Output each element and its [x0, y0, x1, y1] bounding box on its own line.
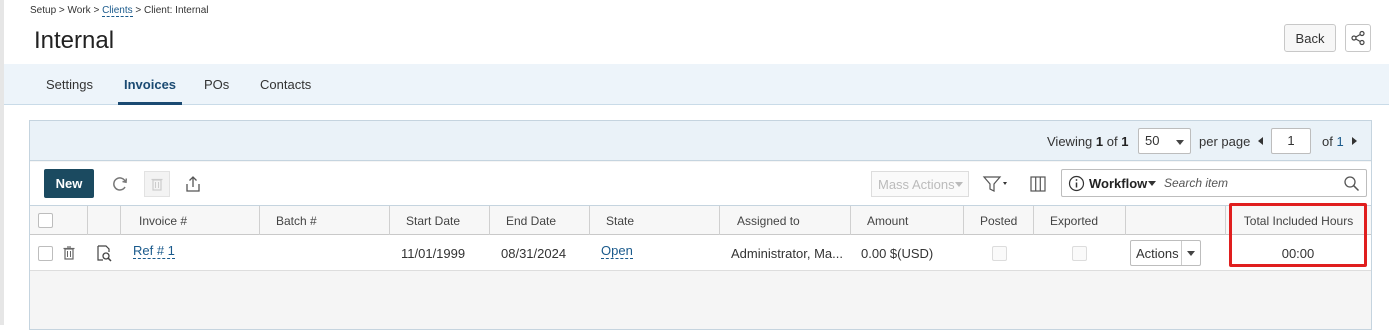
- workflow-search-box: Workflow: [1061, 169, 1367, 197]
- column-header-posted[interactable]: Posted: [963, 206, 1033, 235]
- page-count: of 1: [1322, 134, 1344, 149]
- previous-page-icon[interactable]: [1258, 137, 1263, 145]
- table-header: Invoice # Batch # Start Date End Date St…: [30, 206, 1371, 235]
- delete-button[interactable]: [144, 171, 170, 197]
- refresh-button[interactable]: [107, 171, 133, 197]
- tab-invoices[interactable]: Invoices: [118, 64, 183, 105]
- end-date-cell: 08/31/2024: [501, 245, 567, 261]
- column-header-exported[interactable]: Exported: [1033, 206, 1125, 235]
- chevron-down-icon[interactable]: [1148, 181, 1156, 186]
- row-checkbox-cell: [38, 235, 53, 271]
- export-icon: [186, 176, 200, 192]
- columns-button[interactable]: [1025, 171, 1051, 197]
- chevron-down-icon: [1176, 140, 1184, 145]
- table-row[interactable]: Ref # 1 11/01/1999 08/31/2024 Open Admin…: [30, 235, 1371, 271]
- filter-button[interactable]: [980, 171, 1014, 197]
- tab-bar: Settings Invoices POs Contacts: [4, 64, 1389, 105]
- left-edge-strip: [0, 0, 4, 325]
- row-delete-cell: [61, 235, 77, 271]
- share-icon: [1351, 30, 1365, 46]
- trash-icon[interactable]: [61, 245, 77, 261]
- posted-cell: [992, 235, 1007, 271]
- column-header-total-included-hours[interactable]: Total Included Hours: [1225, 206, 1371, 235]
- posted-checkbox: [992, 245, 1007, 261]
- state-cell: Open: [601, 233, 633, 269]
- breadcrumb-prefix: Setup > Work >: [30, 5, 103, 16]
- exported-checkbox: [1072, 245, 1087, 261]
- per-page-select[interactable]: 50: [1138, 128, 1191, 154]
- next-page-icon[interactable]: [1352, 137, 1357, 145]
- pager-viewing: Viewing 1 of 1: [1047, 134, 1129, 149]
- tab-settings[interactable]: Settings: [46, 64, 93, 105]
- invoices-grid-panel: Viewing 1 of 1 50 per page 1 of 1 New Ma…: [29, 120, 1372, 330]
- back-button[interactable]: Back: [1284, 24, 1336, 52]
- mass-actions-label: Mass Actions: [878, 177, 955, 192]
- tab-contacts[interactable]: Contacts: [260, 64, 311, 105]
- per-page-label: per page: [1199, 134, 1251, 149]
- column-header-icons: [87, 206, 120, 235]
- grid-toolbar: New Mass Actions Workflow Search item: [30, 162, 1371, 206]
- assigned-to-cell: Administrator, Ma...: [731, 245, 843, 261]
- new-button[interactable]: New: [44, 169, 94, 198]
- export-button[interactable]: [180, 171, 206, 197]
- invoice-link[interactable]: Ref # 1: [133, 243, 175, 259]
- workflow-dropdown[interactable]: Workflow: [1089, 176, 1147, 191]
- pager-bar: Viewing 1 of 1 50 per page 1 of 1: [30, 121, 1371, 161]
- invoice-cell: Ref # 1: [133, 233, 175, 269]
- actions-label: Actions: [1136, 246, 1179, 261]
- actions-divider: [1181, 241, 1182, 265]
- row-preview-cell: [95, 235, 113, 271]
- share-button[interactable]: [1345, 24, 1371, 52]
- exported-cell: [1072, 235, 1087, 271]
- column-header-assigned-to[interactable]: Assigned to: [719, 206, 850, 235]
- tab-pos[interactable]: POs: [204, 64, 229, 105]
- column-header-start-date[interactable]: Start Date: [389, 206, 489, 235]
- column-header-batch[interactable]: Batch #: [259, 206, 389, 235]
- page-title: Internal: [34, 27, 115, 54]
- breadcrumb-clients-link[interactable]: Clients: [102, 5, 133, 17]
- per-page-value: 50: [1145, 133, 1160, 148]
- actions-dropdown-button[interactable]: Actions: [1130, 240, 1201, 266]
- breadcrumb-suffix: > Client: Internal: [132, 5, 209, 16]
- column-header-invoice[interactable]: Invoice #: [120, 206, 259, 235]
- total-included-hours-cell: 00:00: [1281, 245, 1315, 261]
- breadcrumb: Setup > Work > Clients > Client: Interna…: [30, 5, 209, 17]
- trash-icon: [151, 178, 163, 191]
- select-all-cell: [30, 206, 87, 235]
- chevron-down-icon: [1187, 251, 1195, 256]
- column-header-state[interactable]: State: [589, 206, 719, 235]
- start-date-cell: 11/01/1999: [401, 245, 466, 261]
- info-icon: [1068, 175, 1085, 192]
- select-all-checkbox[interactable]: [38, 213, 53, 228]
- columns-icon: [1030, 176, 1046, 192]
- filter-icon: [982, 176, 1007, 192]
- column-header-end-date[interactable]: End Date: [489, 206, 589, 235]
- state-link[interactable]: Open: [601, 243, 633, 259]
- document-search-icon[interactable]: [95, 244, 113, 262]
- refresh-icon: [113, 177, 128, 191]
- column-header-actions: [1125, 206, 1225, 235]
- row-checkbox[interactable]: [38, 245, 53, 261]
- amount-cell: 0.00 $(USD): [861, 245, 934, 261]
- page-number-input[interactable]: 1: [1271, 128, 1311, 154]
- search-input[interactable]: [1162, 174, 1342, 192]
- chevron-down-icon: [955, 182, 963, 187]
- mass-actions-select[interactable]: Mass Actions: [871, 171, 969, 197]
- column-header-amount[interactable]: Amount: [850, 206, 963, 235]
- search-icon[interactable]: [1343, 175, 1360, 192]
